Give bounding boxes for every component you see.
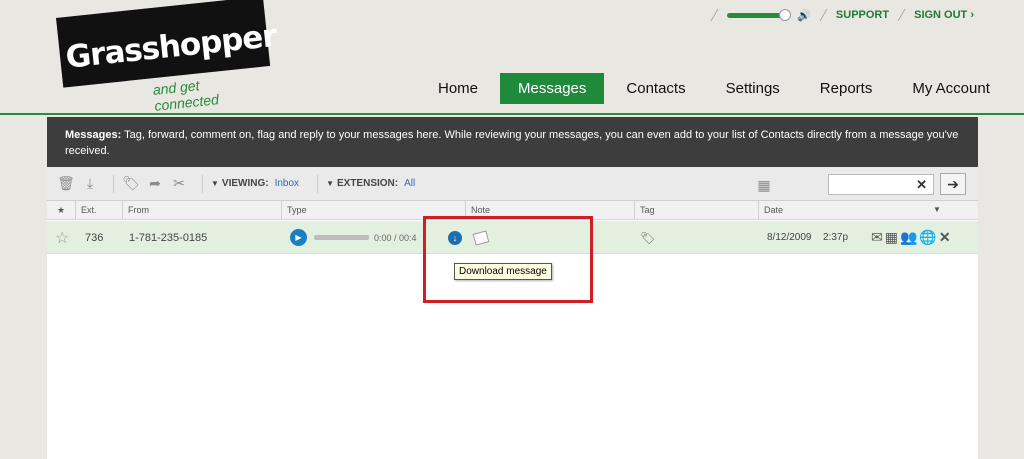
row-ext: 736 — [85, 231, 104, 244]
grasshopper-logo[interactable]: Grasshopper and get connected — [56, 0, 278, 114]
info-title: Messages: — [65, 129, 122, 141]
row-time: 2:37p — [823, 232, 849, 243]
calendar-icon[interactable]: ▦ — [755, 176, 773, 194]
header: Grasshopper and get connected 🔊 SUPPORT … — [0, 0, 1024, 115]
email-icon[interactable]: ✉ — [871, 229, 883, 246]
nav-home[interactable]: Home — [420, 73, 496, 104]
viewing-label: VIEWING: — [221, 178, 269, 189]
divider — [202, 174, 203, 193]
nav-messages[interactable]: Messages — [500, 73, 605, 104]
divider — [897, 8, 906, 22]
highlight-box — [423, 216, 593, 303]
message-toolbar: 🗑 ⤓ 🏷 ➦ ✂ ▼ VIEWING: Inbox ▼ EXTENSION: … — [47, 167, 978, 201]
chevron-down-icon[interactable]: ▼ — [211, 179, 219, 188]
calendar-icon[interactable]: ▦ — [885, 229, 898, 246]
extension-select[interactable]: All — [404, 178, 415, 189]
divider — [710, 8, 719, 22]
clear-search-icon[interactable]: ✕ — [916, 177, 927, 193]
trash-icon[interactable]: 🗑 — [57, 175, 75, 193]
nav-contacts[interactable]: Contacts — [608, 73, 703, 104]
divider — [113, 174, 114, 193]
info-banner: Messages: Tag, forward, comment on, flag… — [47, 117, 978, 167]
volume-slider[interactable] — [727, 8, 792, 21]
volume-knob[interactable] — [779, 8, 792, 21]
main-nav: Home Messages Contacts Settings Reports … — [420, 73, 1012, 104]
viewing-select[interactable]: Inbox — [275, 178, 299, 189]
divider — [317, 174, 319, 193]
info-text: Tag, forward, comment on, flag and reply… — [65, 129, 959, 157]
star-column-icon[interactable]: ★ — [47, 201, 76, 219]
tag-icon[interactable]: 🏷 — [122, 175, 140, 193]
row-from: 1-781-235-0185 — [129, 231, 208, 244]
col-date[interactable]: Date — [759, 201, 978, 219]
extension-label: EXTENSION: — [336, 178, 399, 189]
row-actions: ✉ ▦ 👥 🌐 ✕ — [871, 221, 953, 254]
audio-progress-bar[interactable] — [314, 235, 369, 240]
audio-time: 0:00 / 00:4 — [374, 232, 417, 243]
tools-icon[interactable]: ✂ — [170, 175, 188, 193]
delete-icon[interactable]: ✕ — [939, 229, 951, 246]
nav-settings[interactable]: Settings — [708, 73, 798, 104]
speaker-icon[interactable]: 🔊 — [797, 9, 811, 22]
search-input[interactable]: ✕ — [828, 174, 934, 195]
row-date: 8/12/2009 — [767, 232, 812, 243]
logo-tagline: and get connected — [152, 77, 220, 114]
top-utility-bar: 🔊 SUPPORT SIGN OUT › — [710, 6, 974, 24]
nav-my-account[interactable]: My Account — [894, 73, 1008, 104]
contacts-icon[interactable]: 👥 — [900, 229, 917, 246]
download-tooltip: Download message — [454, 263, 552, 280]
col-from[interactable]: From — [123, 201, 282, 219]
sign-out-link[interactable]: SIGN OUT › — [914, 9, 974, 21]
col-tag[interactable]: Tag — [635, 201, 759, 219]
sort-icon[interactable]: ▼ — [933, 205, 941, 214]
globe-icon[interactable]: 🌐 — [919, 229, 936, 246]
col-ext[interactable]: Ext. — [76, 201, 123, 219]
tag-icon[interactable]: 🏷 — [640, 221, 655, 254]
support-link[interactable]: SUPPORT — [836, 9, 889, 21]
download-icon[interactable]: ⤓ — [81, 175, 99, 193]
search-go-button[interactable]: ➔ — [940, 173, 966, 195]
forward-icon[interactable]: ➦ — [146, 175, 164, 193]
chevron-down-icon[interactable]: ▼ — [326, 179, 334, 188]
star-icon[interactable]: ☆ — [55, 221, 69, 254]
divider — [819, 8, 828, 22]
audio-player: ▶ 0:00 / 00:4 — [290, 221, 417, 254]
nav-reports[interactable]: Reports — [802, 73, 891, 104]
play-icon[interactable]: ▶ — [290, 229, 307, 246]
